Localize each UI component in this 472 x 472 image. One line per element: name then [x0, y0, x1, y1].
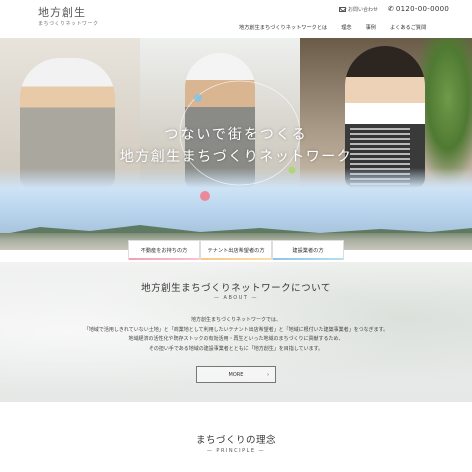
landowner-button[interactable]: 不動産をお持ちの方 — [128, 240, 200, 260]
logo-main-text: 地方創生 — [38, 6, 86, 19]
nav-item-cases[interactable]: 事例 — [366, 24, 376, 31]
site-logo[interactable]: 地方創生 まちづくりネットワーク — [38, 6, 99, 28]
site-header: 地方創生 まちづくりネットワーク お問い合わせ ✆ 0120-00-0000 地… — [0, 0, 472, 38]
header-contact: お問い合わせ ✆ 0120-00-0000 — [339, 5, 449, 13]
about-line: 地域経済の活性化や既存ストックの有効活用・再生といった地域のまちづくりに貢献する… — [128, 336, 344, 342]
hero-section: つないで街をつくる 地方創生まちづくりネットワーク — [0, 38, 472, 250]
main-nav: 地方創生まちづくりネットワークとは 理念 事例 よくあるご質問 — [239, 24, 426, 31]
phone-link[interactable]: ✆ 0120-00-0000 — [388, 5, 449, 13]
contact-label: お問い合わせ — [348, 6, 379, 13]
target-buttons: 不動産をお持ちの方 テナント出店希望者の方 建設業者の方 — [128, 240, 344, 260]
logo-sub-text: まちづくりネットワーク — [38, 21, 99, 27]
hero-catchphrase: つないで街をつくる — [164, 127, 308, 143]
hero-title: 地方創生まちづくりネットワーク — [119, 149, 353, 165]
phone-icon: ✆ — [388, 4, 394, 13]
tenant-button[interactable]: テナント出店希望者の方 — [200, 240, 272, 260]
phone-number: 0120-00-0000 — [395, 5, 450, 13]
builder-button[interactable]: 建設業者の方 — [272, 240, 344, 260]
network-orbit — [179, 80, 301, 201]
nav-item-principle[interactable]: 理念 — [341, 24, 351, 31]
about-title: 地方創生まちづくりネットワークについて — [141, 283, 331, 294]
more-button[interactable]: MORE › — [196, 366, 276, 383]
about-line: 「地域で活用しきれていない土地」と「商業地として利用したいテナント出店希望者」と… — [83, 326, 389, 333]
contact-link[interactable]: お問い合わせ — [339, 6, 378, 13]
more-label: MORE — [228, 371, 244, 378]
nav-item-faq[interactable]: よくあるご質問 — [390, 24, 426, 31]
chevron-right-icon: › — [267, 372, 269, 378]
about-section: 地方創生まちづくりネットワークについて — ABOUT — 地方創生まちづくりネ… — [0, 262, 472, 402]
about-line: その担い手である地域の建設事業者とともに「地方創生」を目指しています。 — [148, 345, 324, 352]
about-body: 地方創生まちづくりネットワークでは、 「地域で活用しきれていない土地」と「商業地… — [0, 316, 472, 354]
principle-title: まちづくりの理念 — [195, 435, 276, 446]
principle-subtitle: — PRINCIPLE — — [206, 448, 266, 454]
about-line: 地方創生まちづくりネットワークでは、 — [190, 317, 281, 323]
nav-item-about[interactable]: 地方創生まちづくりネットワークとは — [239, 24, 327, 31]
about-subtitle: — ABOUT — — [213, 295, 259, 301]
mail-icon — [339, 6, 346, 12]
